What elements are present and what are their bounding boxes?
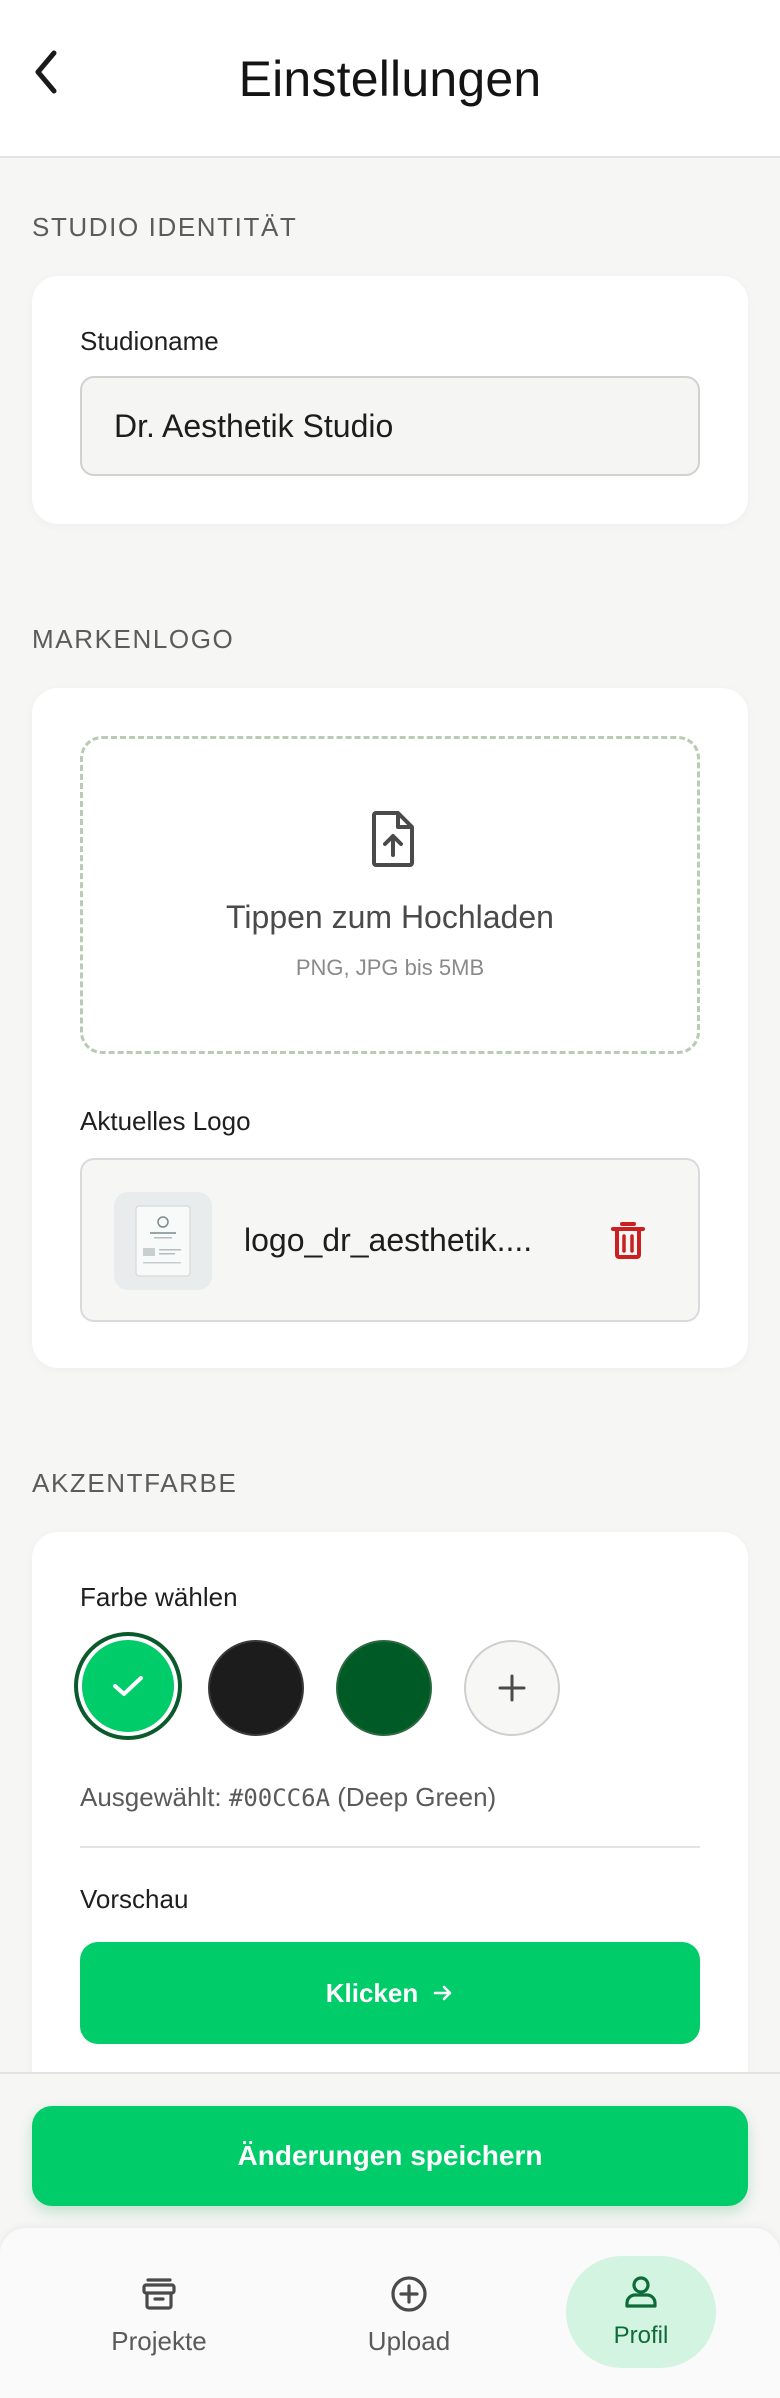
nav-label-projekte: Projekte [111,2326,207,2356]
nav-label-upload: Upload [367,2326,451,2356]
upload-title: Tippen zum Hochladen [226,899,554,935]
logo-thumbnail [114,1192,212,1290]
preview-button-label: Klicken [325,1977,419,2008]
logo-filename: logo_dr_aesthetik.... [244,1222,533,1258]
studio-name-label: Studioname [80,326,219,356]
save-bar: Änderungen speichern [0,2072,780,2228]
choose-color-label: Farbe wählen [80,1582,238,1612]
current-logo-row: logo_dr_aesthetik.... [80,1158,700,1322]
page-title: Einstellungen [238,51,542,107]
delete-logo-button[interactable] [600,1210,656,1270]
check-icon [113,1676,143,1696]
current-logo-label: Aktuelles Logo [80,1106,251,1136]
section-label-studio-identity: STUDIO IDENTITÄT [32,212,298,242]
plus-icon [498,1674,526,1702]
color-swatch-dark-green[interactable] [336,1640,432,1736]
nav-item-projekte[interactable]: Projekte [84,2258,234,2368]
user-icon [625,2276,657,2308]
brand-logo-card: Tippen zum Hochladen PNG, JPG bis 5MB Ak… [32,688,748,1368]
nav-label-profil: Profil [613,2322,669,2349]
plus-circle-icon [391,2276,427,2312]
bottom-navigation: Projekte Upload Profil [0,2228,780,2398]
color-swatch-green-selected[interactable] [74,1632,182,1740]
preview-label: Vorschau [80,1884,189,1914]
archive-icon [142,2278,176,2310]
nav-item-upload[interactable]: Upload [334,2258,484,2368]
upload-hint: PNG, JPG bis 5MB [295,955,485,980]
color-swatch-black[interactable] [208,1640,304,1736]
arrow-right-icon [433,1985,452,2001]
studio-name-input[interactable] [80,376,700,476]
section-label-accent-color: AKZENTFARBE [32,1468,238,1498]
file-upload-icon [372,811,414,867]
preview-button[interactable]: Klicken [80,1942,700,2044]
save-changes-button[interactable]: Änderungen speichern [32,2106,748,2206]
accent-color-card: Farbe wählen Ausgewählt: #00CC6A (Deep G… [32,1532,748,2092]
nav-item-profil[interactable]: Profil [566,2256,716,2368]
top-app-bar: Einstellungen [0,0,780,158]
trash-icon [611,1222,645,1259]
selected-color-text: Ausgewählt: #00CC6A (Deep Green) [80,1782,497,1812]
add-color-button[interactable] [464,1640,560,1736]
divider [80,1846,700,1848]
studio-identity-card: Studioname [32,276,748,524]
selected-color-hex: #00CC6A [228,1784,331,1812]
section-label-brand-logo: MARKENLOGO [32,624,235,654]
logo-upload-dropzone[interactable]: Tippen zum Hochladen PNG, JPG bis 5MB [80,736,700,1054]
